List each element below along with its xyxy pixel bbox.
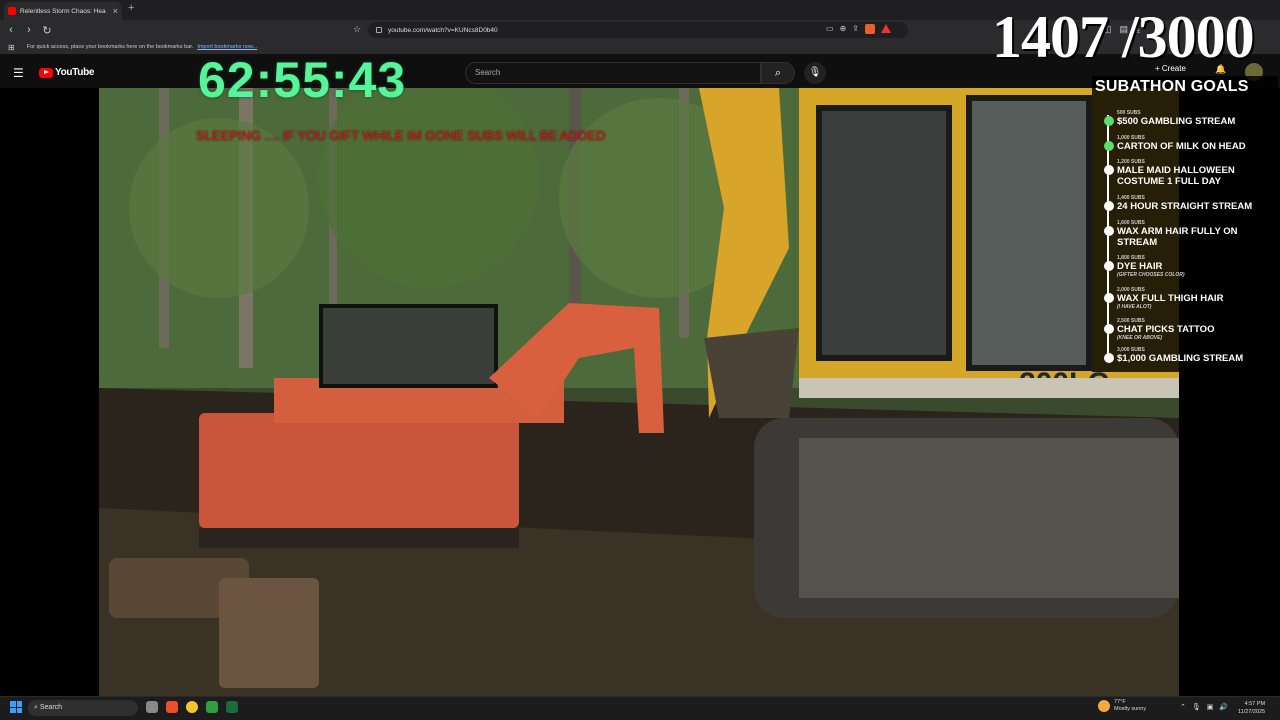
search-button[interactable]: ⌕ — [761, 62, 795, 84]
video-player[interactable]: 200LC — [99, 88, 1179, 696]
back-button[interactable]: ‹ — [4, 24, 18, 36]
weather-desc: Mostly sunny — [1114, 706, 1147, 712]
chrome-icon[interactable] — [186, 701, 198, 713]
goal-label-wrap: $1,000 GAMBLING STREAM — [1117, 353, 1277, 364]
sun-icon — [1098, 700, 1110, 712]
goal-pending-icon — [1104, 293, 1114, 303]
goal-label: CHAT PICKS TATTOO — [1117, 324, 1215, 335]
volume-icon[interactable]: 🔊 — [1219, 703, 1228, 711]
goal-label-wrap: CHAT PICKS TATTOO (KNEE OR ABOVE) — [1117, 324, 1277, 341]
youtube-play-icon — [39, 67, 53, 78]
new-tab-button[interactable]: + — [128, 2, 134, 14]
clock-date: 11/27/2025 — [1238, 709, 1266, 715]
subathon-timer: 62:55:43 — [198, 52, 407, 108]
brave-browser-icon[interactable] — [166, 701, 178, 713]
url-text: youtube.com/watch?v=KUNcs8D0b40 — [388, 26, 498, 34]
sleeping-notice: SLEEPING .... IF YOU GIFT WHILE IM GONE … — [196, 128, 606, 143]
weather-widget[interactable]: 77°F Mostly sunny — [1098, 699, 1146, 713]
youtube-logo-text: YouTube — [55, 67, 95, 78]
forward-button[interactable]: › — [22, 24, 36, 36]
network-icon[interactable]: ▣ — [1207, 703, 1214, 711]
bookmarks-hint: For quick access, place your bookmarks h… — [26, 44, 194, 50]
youtube-logo[interactable]: YouTube — [39, 67, 95, 78]
goal-label: WAX ARM HAIR FULLY ON STREAM — [1117, 226, 1238, 248]
goal-pending-icon — [1104, 165, 1114, 175]
goal-label: 24 HOUR STRAIGHT STREAM — [1117, 201, 1253, 212]
goal-note: (I HAVE ALOT) — [1117, 304, 1152, 310]
windows-start-icon[interactable] — [10, 701, 22, 713]
taskbar-apps — [146, 701, 238, 713]
goals-title: SUBATHON GOALS — [1095, 78, 1249, 95]
goal-label-wrap: WAX FULL THIGH HAIR (I HAVE ALOT) — [1117, 293, 1277, 310]
apps-grid-icon[interactable]: ⊞ — [8, 43, 15, 52]
goal-note: (GIFTER CHOOSES COLOR) — [1117, 272, 1185, 278]
clock-time: 4:57 PM — [1244, 701, 1266, 707]
goal-label: MALE MAID HALLOWEEN COSTUME 1 FULL DAY — [1117, 165, 1235, 187]
taskbar-search-label: Search — [39, 704, 63, 711]
file-explorer-icon[interactable] — [146, 701, 158, 713]
import-bookmarks-link[interactable]: Import bookmarks now... — [197, 44, 257, 50]
goal-pending-icon — [1104, 353, 1114, 363]
goal-label: DYE HAIR — [1117, 261, 1163, 272]
video-frame: 200LC — [99, 88, 1179, 696]
goal-label: WAX FULL THIGH HAIR — [1117, 293, 1224, 304]
search-icon: ⌕ — [774, 67, 782, 79]
goal-note: (KNEE OR ABOVE) — [1117, 335, 1163, 341]
zoom-icon[interactable]: ⊕ — [840, 24, 847, 34]
share-icon[interactable]: ⇪ — [852, 24, 859, 34]
goal-label: $500 GAMBLING STREAM — [1117, 116, 1236, 127]
reload-button[interactable]: ↻ — [40, 24, 54, 37]
goal-pending-icon — [1104, 201, 1114, 211]
voice-search-button[interactable]: 🎙 — [804, 62, 826, 84]
goal-pending-icon — [1104, 226, 1114, 236]
install-app-icon[interactable]: ▭ — [826, 24, 834, 34]
close-tab-icon[interactable]: × — [113, 6, 118, 16]
goal-label: CARTON OF MILK ON HEAD — [1117, 141, 1246, 152]
app-icon[interactable] — [206, 701, 218, 713]
microphone-icon: 🎙 — [808, 67, 822, 78]
youtube-favicon-icon — [8, 7, 16, 15]
brave-rewards-icon[interactable] — [880, 24, 891, 33]
browser-tab[interactable]: Relentless Storm Chaos: Hea × — [4, 2, 122, 20]
goal-label: $1,000 GAMBLING STREAM — [1117, 353, 1244, 364]
goal-pending-icon — [1104, 324, 1114, 334]
goal-label-wrap: 24 HOUR STRAIGHT STREAM — [1117, 201, 1277, 212]
video-letterbox-left — [0, 88, 99, 696]
goal-complete-icon — [1104, 116, 1114, 126]
bookmark-star-icon[interactable]: ☆ — [353, 24, 361, 35]
address-bar-actions: ▭ ⊕ ⇪ — [826, 24, 891, 34]
goal-label-wrap: DYE HAIR (GIFTER CHOOSES COLOR) — [1117, 261, 1277, 278]
taskbar-clock[interactable]: 4:57 PM 11/27/2025 — [1238, 700, 1265, 716]
microphone-tray-icon[interactable]: 🎙 — [1192, 703, 1201, 711]
tab-title: Relentless Storm Chaos: Hea — [20, 7, 106, 15]
goal-label-wrap: CARTON OF MILK ON HEAD — [1117, 141, 1277, 152]
search-input[interactable]: Search — [465, 62, 761, 84]
goal-label-wrap: MALE MAID HALLOWEEN COSTUME 1 FULL DAY — [1117, 165, 1277, 187]
system-tray: ⌃ 🎙 ▣ 🔊 — [1180, 703, 1228, 711]
menu-icon[interactable]: ☰ — [13, 66, 24, 80]
goal-complete-icon — [1104, 141, 1114, 151]
weather-temp: 77°F — [1114, 699, 1126, 705]
goal-label-wrap: $500 GAMBLING STREAM — [1117, 116, 1277, 127]
chevron-up-icon[interactable]: ⌃ — [1180, 703, 1186, 711]
taskbar-search[interactable]: ⌕ Search — [28, 700, 138, 716]
site-info-icon[interactable] — [376, 27, 382, 33]
brave-shield-icon[interactable] — [864, 24, 875, 34]
sub-count: 1407 /3000 — [992, 4, 1255, 70]
goal-label-wrap: WAX ARM HAIR FULLY ON STREAM — [1117, 226, 1277, 248]
goal-pending-icon — [1104, 261, 1114, 271]
excel-icon[interactable] — [226, 701, 238, 713]
